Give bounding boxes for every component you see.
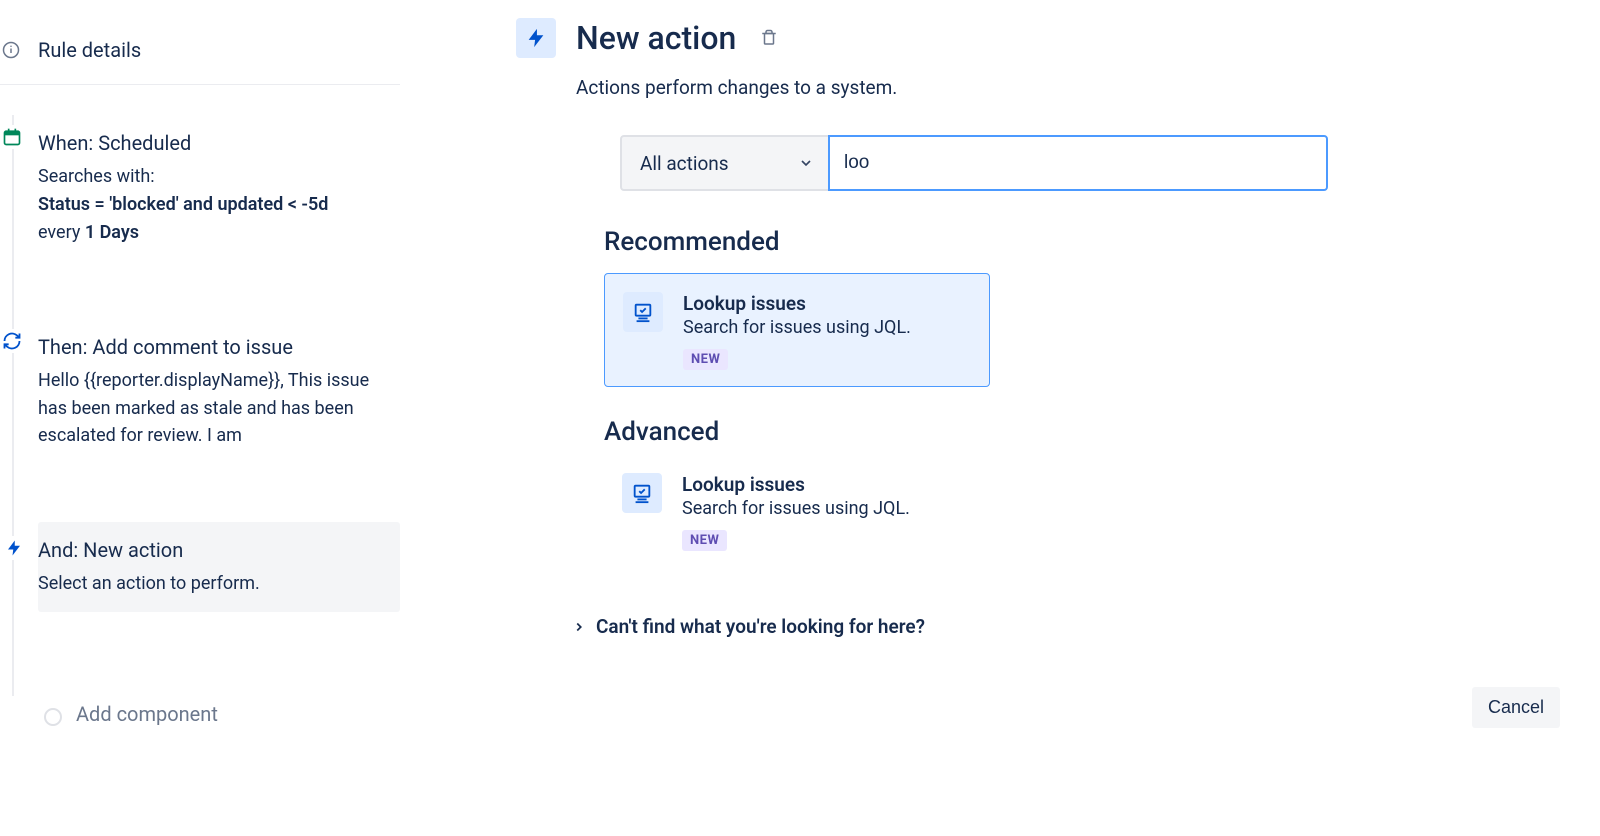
timeline-node-then[interactable]: Then: Add comment to issue Hello {{repor…: [38, 319, 400, 465]
timeline-node-and[interactable]: And: New action Select an action to perf…: [38, 522, 400, 612]
and-body: Select an action to perform.: [38, 570, 390, 598]
action-card-lookup-issues-advanced[interactable]: Lookup issues Search for issues using JQ…: [604, 463, 990, 561]
lightning-icon: [2, 536, 26, 560]
when-jql: Status = 'blocked' and updated < -5d: [38, 194, 328, 215]
chevron-down-icon: [798, 155, 814, 171]
filter-row: All actions: [620, 135, 1328, 191]
actions-category-dropdown[interactable]: All actions: [620, 135, 830, 191]
card-desc: Search for issues using JQL.: [682, 498, 910, 519]
and-title: And: New action: [38, 536, 390, 564]
lookup-issues-icon: [622, 473, 662, 513]
page-title: New action: [576, 19, 736, 57]
chevron-right-icon: [572, 620, 586, 634]
add-component-button[interactable]: Add component: [38, 702, 400, 726]
add-component-label: Add component: [76, 702, 218, 726]
then-title: Then: Add comment to issue: [38, 333, 390, 361]
main-header: New action: [516, 18, 1560, 58]
rule-sidebar: Rule details When: Scheduled Searches wi…: [0, 0, 400, 836]
card-title: Lookup issues: [683, 292, 911, 315]
main-panel: New action Actions perform changes to a …: [400, 0, 1600, 836]
lookup-issues-icon: [623, 292, 663, 332]
calendar-icon: [0, 125, 24, 149]
card-content: Lookup issues Search for issues using JQ…: [682, 473, 910, 551]
rule-details-row[interactable]: Rule details: [0, 38, 400, 85]
action-card-lookup-issues[interactable]: Lookup issues Search for issues using JQ…: [604, 273, 990, 387]
refresh-icon: [0, 329, 24, 353]
section-advanced-title: Advanced: [604, 417, 1560, 447]
then-body: Hello {{reporter.displayName}}, This iss…: [38, 367, 390, 451]
when-title: When: Scheduled: [38, 129, 390, 157]
rule-details-label: Rule details: [38, 38, 141, 62]
when-searches-label: Searches with:: [38, 166, 155, 187]
dropdown-label: All actions: [640, 152, 729, 175]
card-desc: Search for issues using JQL.: [683, 317, 911, 338]
card-content: Lookup issues Search for issues using JQ…: [683, 292, 911, 370]
help-expand[interactable]: Can't find what you're looking for here?: [572, 615, 1560, 638]
when-body: Searches with: Status = 'blocked' and up…: [38, 163, 390, 247]
new-badge: NEW: [683, 349, 728, 370]
card-title: Lookup issues: [682, 473, 910, 496]
lightning-icon: [516, 18, 556, 58]
action-search-input[interactable]: [828, 135, 1328, 191]
section-recommended-title: Recommended: [604, 227, 1560, 257]
new-badge: NEW: [682, 530, 727, 551]
rule-timeline: When: Scheduled Searches with: Status = …: [0, 115, 400, 726]
cancel-button[interactable]: Cancel: [1472, 687, 1560, 728]
when-every-value: 1 Days: [85, 222, 139, 243]
info-icon: [2, 41, 20, 59]
page-subtitle: Actions perform changes to a system.: [576, 76, 1560, 99]
when-every-prefix: every: [38, 222, 85, 243]
delete-button[interactable]: [756, 25, 782, 51]
help-text: Can't find what you're looking for here?: [596, 615, 925, 638]
timeline-node-when[interactable]: When: Scheduled Searches with: Status = …: [38, 115, 400, 261]
trash-icon: [760, 29, 778, 47]
